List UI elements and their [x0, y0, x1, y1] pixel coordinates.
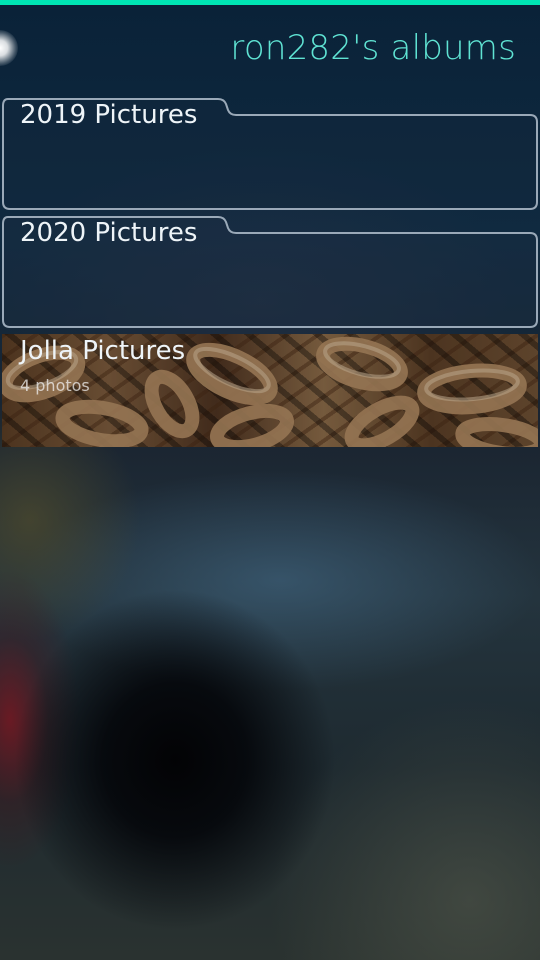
album-item-jolla[interactable]: Jolla Pictures 4 photos [2, 334, 538, 447]
album-item-2020[interactable]: 2020 Pictures [2, 216, 538, 328]
album-item-2019[interactable]: 2019 Pictures [2, 98, 538, 210]
album-photo-count: 4 photos [20, 376, 90, 395]
top-accent-bar [0, 0, 540, 5]
page-title: ron282's albums [230, 28, 516, 68]
albums-page: ron282's albums 2019 Pictures 2020 Pictu… [0, 0, 540, 960]
album-name: 2019 Pictures [20, 100, 198, 130]
album-name: Jolla Pictures [20, 336, 186, 366]
album-name: 2020 Pictures [20, 218, 198, 248]
